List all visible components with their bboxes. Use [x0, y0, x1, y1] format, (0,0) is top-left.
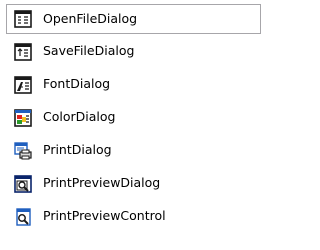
- toolbox-item-colordialog[interactable]: ColorDialog: [6, 103, 261, 133]
- print-dialog-icon: [14, 142, 32, 160]
- toolbox-item-printpreviewdialog[interactable]: PrintPreviewDialog: [6, 169, 261, 199]
- toolbox-item-label: SaveFileDialog: [43, 43, 135, 58]
- toolbox-item-label: PrintPreviewControl: [43, 208, 166, 223]
- toolbox-item-label: FontDialog: [43, 76, 111, 91]
- toolbox-item-savefiledialog[interactable]: SaveFileDialog: [6, 37, 261, 67]
- font-dialog-icon: [14, 76, 32, 94]
- toolbox-item-label: ColorDialog: [43, 109, 116, 124]
- toolbox-item-fontdialog[interactable]: FontDialog: [6, 70, 261, 100]
- toolbox-item-label: PrintPreviewDialog: [43, 175, 161, 190]
- color-dialog-icon: [14, 109, 32, 127]
- toolbox-item-label: PrintDialog: [43, 142, 112, 157]
- save-file-dialog-icon: [14, 43, 32, 61]
- toolbox-item-printpreviewcontrol[interactable]: PrintPreviewControl: [6, 202, 261, 232]
- print-preview-dialog-icon: [14, 175, 32, 193]
- toolbox-item-printdialog[interactable]: PrintDialog: [6, 136, 261, 166]
- toolbox-item-label: OpenFileDialog: [43, 11, 138, 26]
- toolbox-dialogs-panel: OpenFileDialog SaveFileDialog FontDialog: [0, 0, 308, 250]
- open-file-dialog-icon: [14, 10, 32, 28]
- toolbox-item-openfiledialog[interactable]: OpenFileDialog: [6, 4, 261, 34]
- print-preview-control-icon: [14, 208, 32, 226]
